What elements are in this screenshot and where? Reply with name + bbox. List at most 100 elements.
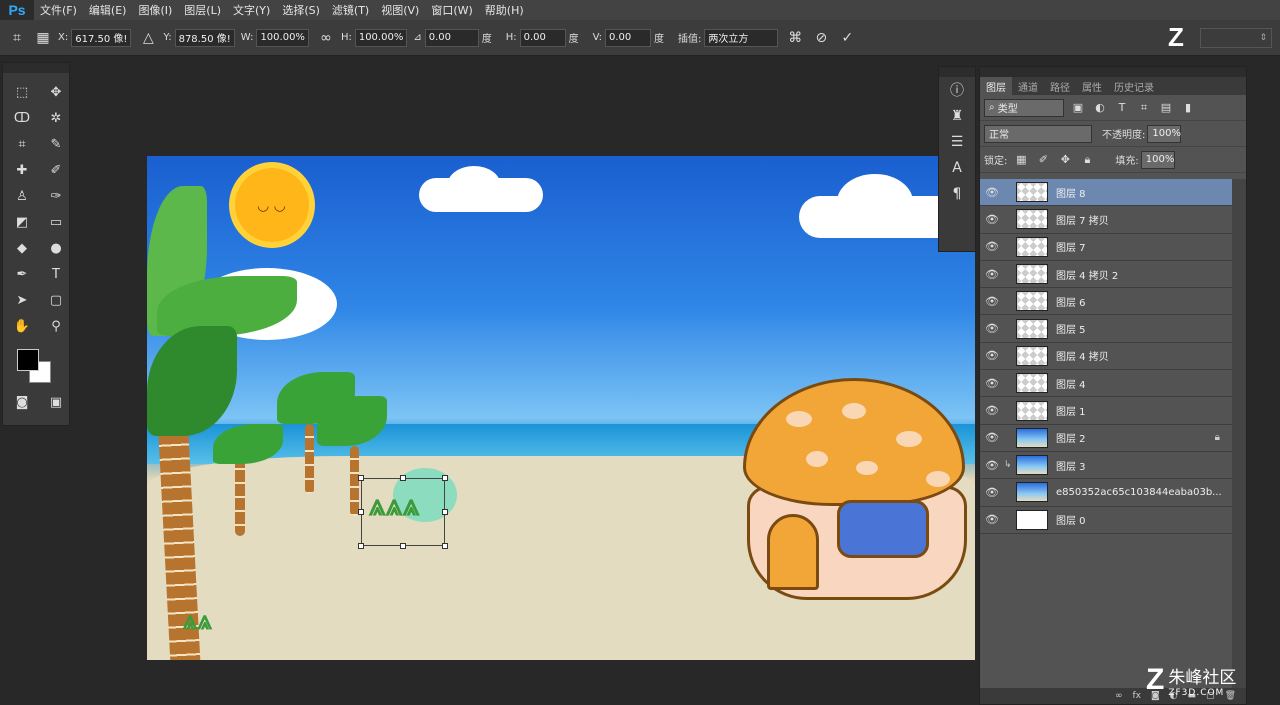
layer-row[interactable]: 👁︎ 图层 7 xyxy=(980,234,1232,261)
crop-tool-icon[interactable]: ⌗ xyxy=(9,133,35,155)
fill-field[interactable]: 100% xyxy=(1140,150,1175,169)
layer-row[interactable]: 👁︎ 图层 6 xyxy=(980,288,1232,316)
tab-paths[interactable]: 路径 xyxy=(1044,77,1076,95)
transform-bounding-box[interactable] xyxy=(358,475,448,549)
layers-scrollbar[interactable] xyxy=(1232,179,1246,689)
quick-mask-icon[interactable]: ◙ xyxy=(9,391,35,413)
visibility-eye-icon[interactable]: 👁︎ xyxy=(980,404,1004,417)
layer-row[interactable]: 👁︎ 图层 8 xyxy=(980,179,1232,207)
tab-channels[interactable]: 通道 xyxy=(1012,77,1044,95)
hskew-field[interactable]: 0.00 xyxy=(519,28,566,47)
transform-handle[interactable] xyxy=(358,475,364,481)
lock-pixels-icon[interactable]: ✐ xyxy=(1035,152,1051,168)
visibility-eye-icon[interactable]: 👁︎ xyxy=(980,349,1004,362)
foreground-color[interactable] xyxy=(17,349,39,371)
height-field[interactable]: 100.00% xyxy=(354,28,408,47)
layer-thumbnail[interactable] xyxy=(1016,291,1048,312)
visibility-eye-icon[interactable]: 👁︎ xyxy=(980,486,1004,499)
menu-type[interactable]: 文字(Y) xyxy=(227,2,276,18)
link-icon[interactable]: ∞ xyxy=(317,29,335,47)
dodge-tool-icon[interactable]: ● xyxy=(43,237,69,259)
layer-name[interactable]: 图层 0 xyxy=(1056,512,1086,527)
layer-thumbnail[interactable] xyxy=(1016,182,1048,203)
transform-handle[interactable] xyxy=(442,543,448,549)
layer-row[interactable]: 👁︎ 图层 0 xyxy=(980,507,1232,534)
eyedropper-icon[interactable]: ✎ xyxy=(43,133,69,155)
layer-filter-select[interactable]: ⌕ 类型 xyxy=(984,98,1064,117)
shape-tool-icon[interactable]: ▢ xyxy=(43,289,69,311)
paragraph-icon[interactable]: ¶ xyxy=(939,181,975,207)
history-brush-icon[interactable]: ✑ xyxy=(43,185,69,207)
layer-row[interactable]: 👁︎ ↳ 图层 3 xyxy=(980,452,1232,480)
workspace-switcher[interactable]: ⇕ xyxy=(1200,28,1272,48)
layers-panel-header[interactable] xyxy=(980,67,1246,77)
move-tool-icon[interactable]: ✥ xyxy=(43,81,69,103)
width-field[interactable]: 100.00% xyxy=(256,28,309,47)
blend-mode-select[interactable]: 正常 xyxy=(984,124,1092,143)
angle-field[interactable]: 0.00 xyxy=(424,28,479,47)
transform-handle[interactable] xyxy=(358,509,364,515)
transform-handle[interactable] xyxy=(442,475,448,481)
visibility-eye-icon[interactable]: 👁︎ xyxy=(980,513,1004,526)
menu-image[interactable]: 图像(I) xyxy=(132,2,178,18)
visibility-eye-icon[interactable]: 👁︎ xyxy=(980,240,1004,253)
transform-handle[interactable] xyxy=(400,475,406,481)
layer-thumbnail[interactable] xyxy=(1016,373,1048,394)
layer-thumbnail[interactable] xyxy=(1016,509,1048,530)
visibility-eye-icon[interactable]: 👁︎ xyxy=(980,186,1004,199)
layer-thumbnail[interactable] xyxy=(1016,400,1048,421)
lasso-tool-icon[interactable]: ↀ xyxy=(9,107,35,129)
pen-tool-icon[interactable]: ✒ xyxy=(9,263,35,285)
visibility-eye-icon[interactable]: 👁︎ xyxy=(980,459,1004,472)
character-icon[interactable]: A xyxy=(939,155,975,181)
shape-filter-icon[interactable]: ⌗ xyxy=(1136,100,1152,116)
menu-view[interactable]: 视图(V) xyxy=(375,2,425,18)
layer-name[interactable]: 图层 4 拷贝 xyxy=(1056,348,1109,363)
pixel-filter-icon[interactable]: ▣ xyxy=(1070,100,1086,116)
menu-layer[interactable]: 图层(L) xyxy=(178,2,227,18)
tab-properties[interactable]: 属性 xyxy=(1076,77,1108,95)
opacity-field[interactable]: 100% xyxy=(1147,124,1182,143)
reference-point-icon[interactable]: ▦ xyxy=(34,29,52,47)
smart-object-filter-icon[interactable]: ▤ xyxy=(1158,100,1174,116)
layer-row[interactable]: 👁︎ 图层 4 xyxy=(980,370,1232,398)
tab-layers[interactable]: 图层 xyxy=(980,77,1012,95)
marquee-tool-icon[interactable]: ⬚ xyxy=(9,81,35,103)
type-tool-icon[interactable]: T xyxy=(43,263,69,285)
layer-name[interactable]: 图层 1 xyxy=(1056,403,1086,418)
eraser-icon[interactable]: ◩ xyxy=(9,211,35,233)
layer-name[interactable]: e850352ac65c103844eaba03b... xyxy=(1056,487,1222,498)
panel-strip-header[interactable] xyxy=(939,67,975,77)
layer-row[interactable]: 👁︎ 图层 2 🔒︎ xyxy=(980,425,1232,452)
brush-tool-icon[interactable]: ✐ xyxy=(43,159,69,181)
transform-handle[interactable] xyxy=(442,509,448,515)
healing-brush-icon[interactable]: ✚ xyxy=(9,159,35,181)
layer-row[interactable]: 👁︎ e850352ac65c103844eaba03b... xyxy=(980,479,1232,507)
lock-transparent-icon[interactable]: ▦ xyxy=(1013,152,1029,168)
visibility-eye-icon[interactable]: 👁︎ xyxy=(980,377,1004,390)
visibility-eye-icon[interactable]: 👁︎ xyxy=(980,431,1004,444)
tab-history[interactable]: 历史记录 xyxy=(1108,77,1160,95)
layer-thumbnail[interactable] xyxy=(1016,264,1048,285)
transform-tool-icon[interactable]: ⌗ xyxy=(8,29,26,47)
layer-thumbnail[interactable] xyxy=(1016,345,1048,366)
menu-filter[interactable]: 滤镜(T) xyxy=(326,2,375,18)
interpolation-select[interactable]: 两次立方 xyxy=(704,28,779,47)
layer-name[interactable]: 图层 2 xyxy=(1056,430,1086,445)
visibility-eye-icon[interactable]: 👁︎ xyxy=(980,268,1004,281)
toolbox-header[interactable] xyxy=(3,63,69,73)
adjustments-icon[interactable]: ☰ xyxy=(939,129,975,155)
layer-thumbnail[interactable] xyxy=(1016,455,1048,476)
layer-row[interactable]: 👁︎ 图层 4 拷贝 2 xyxy=(980,261,1232,289)
layer-row[interactable]: 👁︎ 图层 7 拷贝 xyxy=(980,206,1232,234)
relative-position-icon[interactable]: △ xyxy=(139,29,157,47)
warp-icon[interactable]: ⌘ xyxy=(786,29,804,47)
layer-style-icon[interactable]: fx xyxy=(1132,691,1141,701)
filter-toggle-icon[interactable]: ▮ xyxy=(1180,100,1196,116)
link-layers-icon[interactable]: ∞ xyxy=(1115,691,1123,701)
magic-wand-icon[interactable]: ✲ xyxy=(43,107,69,129)
layer-thumbnail[interactable] xyxy=(1016,318,1048,339)
layer-name[interactable]: 图层 5 xyxy=(1056,321,1086,336)
layer-name[interactable]: 图层 7 拷贝 xyxy=(1056,212,1109,227)
lock-position-icon[interactable]: ✥ xyxy=(1057,152,1073,168)
